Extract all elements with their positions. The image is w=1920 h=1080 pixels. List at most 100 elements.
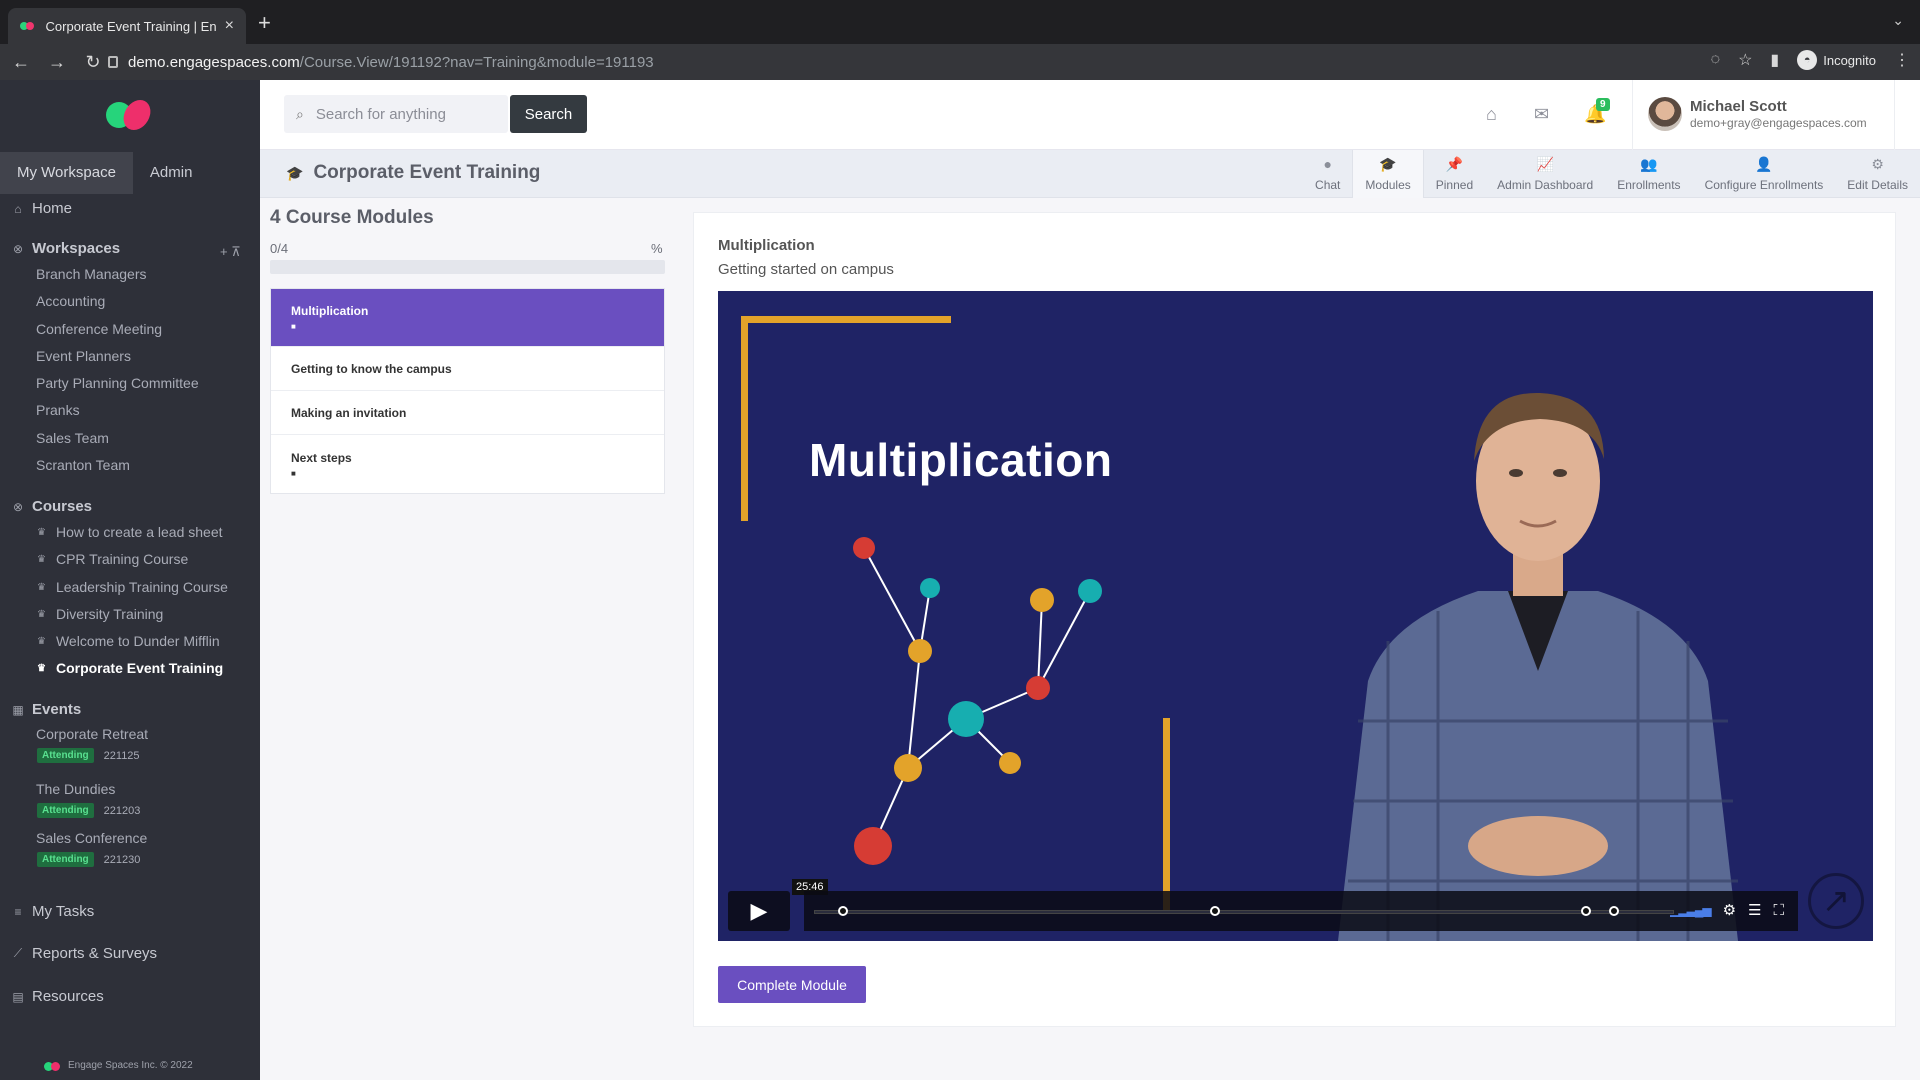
video-controls: ▶ 25:46 ▁▂▃▄▅ ⚙ ☰ ⛶ xyxy=(728,879,1798,931)
status-badge: Attending xyxy=(37,748,94,763)
tab-admin[interactable]: Admin xyxy=(133,152,210,194)
sidebar-footer: Engage Spaces Inc. © 2022 xyxy=(44,1060,193,1071)
tab-edit-details[interactable]: ⚙ Edit Details xyxy=(1835,150,1920,198)
reload-icon[interactable]: ↻ xyxy=(78,52,108,73)
notification-count-badge: 9 xyxy=(1596,98,1610,111)
chapter-marker[interactable] xyxy=(1210,906,1220,916)
sidebar-item-workspace[interactable]: Scranton Team xyxy=(36,457,130,473)
crown-icon: ♛ xyxy=(37,526,46,538)
events-heading[interactable]: ▦ Events xyxy=(12,701,81,718)
sidebar-item-resources[interactable]: ▤ Resources xyxy=(12,988,103,1005)
tab-configure-enrollments[interactable]: 👤 Configure Enrollments xyxy=(1693,150,1836,198)
sidebar-item-workspace[interactable]: Pranks xyxy=(36,402,80,418)
chapter-marker[interactable] xyxy=(838,906,848,916)
event-name[interactable]: The Dundies xyxy=(36,781,115,797)
sidebar-item-course[interactable]: ♛ Leadership Training Course xyxy=(37,579,228,595)
module-item[interactable]: Making an invitation xyxy=(271,391,664,435)
chapter-marker[interactable] xyxy=(1609,906,1619,916)
video-player[interactable]: Multiplication ▶ 25:46 ▁▂▃▄▅ ⚙ ☰ ⛶ ↗ xyxy=(718,291,1873,941)
tab-modules[interactable]: 🎓 Modules xyxy=(1352,150,1424,198)
module-item[interactable]: Getting to know the campus xyxy=(271,347,664,391)
module-list: Multiplication ■ Getting to know the cam… xyxy=(270,288,665,494)
sidebar-item-course[interactable]: ♛ Diversity Training xyxy=(37,606,163,622)
bookmark-star-icon[interactable]: ☆ xyxy=(1738,50,1752,70)
new-tab-icon[interactable]: + xyxy=(258,10,271,36)
volume-icon[interactable]: ▁▂▃▄▅ xyxy=(1670,903,1711,917)
close-tab-icon[interactable]: × xyxy=(225,17,234,35)
tab-chat[interactable]: ● Chat xyxy=(1303,150,1352,198)
gear-icon[interactable]: ⚙ xyxy=(1723,901,1736,919)
user-name[interactable]: Michael Scott xyxy=(1690,98,1787,115)
search-field[interactable]: ⌕ xyxy=(284,95,508,133)
forward-icon[interactable]: → xyxy=(42,52,72,73)
add-workspace-icon[interactable]: + ⊼ xyxy=(220,244,241,260)
event-name[interactable]: Corporate Retreat xyxy=(36,726,148,742)
course-subheader: 🎓 Corporate Event Training ● Chat 🎓 Module… xyxy=(260,150,1920,198)
search-input[interactable] xyxy=(315,105,486,123)
play-icon[interactable]: ▶ xyxy=(728,891,790,931)
url-host: demo.engagespaces.com xyxy=(128,53,300,71)
sidebar-item-home[interactable]: ⌂ Home xyxy=(12,200,72,217)
complete-module-button[interactable]: Complete Module xyxy=(718,966,866,1003)
video-camera-icon: ■ xyxy=(291,468,296,478)
incognito-icon: ◓ xyxy=(1797,50,1818,70)
sidebar-item-workspace[interactable]: Event Planners xyxy=(36,348,131,364)
back-icon[interactable]: ← xyxy=(6,52,36,73)
chapter-marker[interactable] xyxy=(1581,906,1591,916)
sidebar-item-workspace[interactable]: Accounting xyxy=(36,293,105,309)
eye-off-icon[interactable]: ◌ xyxy=(1711,51,1721,69)
module-title: Multiplication xyxy=(291,304,369,318)
module-title: Getting to know the campus xyxy=(291,361,452,376)
address-bar[interactable]: demo.engagespaces.com/Course.View/191192… xyxy=(108,47,1548,77)
modules-percent-label: % xyxy=(651,241,663,256)
sidebar-item-course[interactable]: ♛ CPR Training Course xyxy=(37,551,188,567)
event-meta: Attending 221203 xyxy=(37,803,140,818)
courses-icon: ⊗ xyxy=(12,499,24,514)
tab-search-chevron-icon[interactable]: ⌄ xyxy=(1892,12,1904,29)
browser-tab[interactable]: Corporate Event Training | Engage × xyxy=(8,8,246,44)
sidebar-item-workspace[interactable]: Sales Team xyxy=(36,430,109,446)
sidebar-item-course[interactable]: ♛ Welcome to Dunder Mifflin xyxy=(37,633,220,649)
sidebar-item-workspace[interactable]: Branch Managers xyxy=(36,266,147,282)
chapters-list-icon[interactable]: ☰ xyxy=(1748,901,1761,919)
seek-bar[interactable] xyxy=(814,910,1674,914)
arrow-icon[interactable]: ↗ xyxy=(1808,873,1864,929)
event-date: 221125 xyxy=(103,749,140,762)
search-button[interactable]: Search xyxy=(510,95,587,133)
workspaces-heading[interactable]: ⊗ Workspaces xyxy=(12,240,120,257)
sidebar-item-tasks[interactable]: ≡ My Tasks xyxy=(12,903,94,920)
modules-progress-bar xyxy=(270,260,665,274)
incognito-indicator[interactable]: ◓ Incognito xyxy=(1797,50,1876,70)
fullscreen-icon[interactable]: ⛶ xyxy=(1773,902,1784,919)
sidebar-item-reports[interactable]: ⟋ Reports & Surveys xyxy=(12,945,157,962)
tasks-icon: ≡ xyxy=(14,904,22,919)
sidebar-item-course-active[interactable]: ♛ Corporate Event Training xyxy=(37,660,223,676)
tab-enrollments[interactable]: 👥 Enrollments xyxy=(1605,150,1692,198)
courses-heading[interactable]: ⊗ Courses xyxy=(12,498,92,515)
video-control-bar: ▁▂▃▄▅ ⚙ ☰ ⛶ xyxy=(804,891,1798,931)
sidebar-item-label: Home xyxy=(32,200,73,217)
avatar[interactable] xyxy=(1648,97,1682,131)
event-name[interactable]: Sales Conference xyxy=(36,830,147,846)
module-item-active[interactable]: Multiplication ■ xyxy=(271,289,664,347)
engagespaces-logo[interactable] xyxy=(106,100,154,132)
workspace-switcher: My Workspace Admin xyxy=(0,152,260,194)
video-camera-icon: ■ xyxy=(291,322,296,331)
sidebar-item-workspace[interactable]: Conference Meeting xyxy=(36,321,162,337)
module-item[interactable]: Next steps ■ xyxy=(271,435,664,493)
calendar-icon: ▦ xyxy=(12,702,24,717)
sidebar-item-course[interactable]: ♛ How to create a lead sheet xyxy=(37,524,223,540)
browser-tab-strip: Corporate Event Training | Engage × + ⌄ xyxy=(0,0,1920,44)
tab-my-workspace[interactable]: My Workspace xyxy=(0,152,133,194)
sidebar-item-workspace[interactable]: Party Planning Committee xyxy=(36,375,199,391)
tab-pinned[interactable]: 📌 Pinned xyxy=(1424,150,1485,198)
course-nav-tabs: ● Chat 🎓 Modules 📌 Pinned 📈 Admin Dashboard … xyxy=(1303,150,1920,198)
tab-admin-dashboard[interactable]: 📈 Admin Dashboard xyxy=(1485,150,1605,198)
lock-icon[interactable] xyxy=(108,56,118,68)
page-title: 🎓 Corporate Event Training xyxy=(286,162,541,183)
modules-heading: 4 Course Modules xyxy=(270,207,434,228)
mail-icon[interactable]: ✉ xyxy=(1534,104,1549,125)
browser-menu-icon[interactable]: ⋮ xyxy=(1894,50,1910,70)
side-panel-icon[interactable]: ▮ xyxy=(1770,50,1779,70)
home-icon[interactable]: ⌂ xyxy=(1486,104,1497,125)
